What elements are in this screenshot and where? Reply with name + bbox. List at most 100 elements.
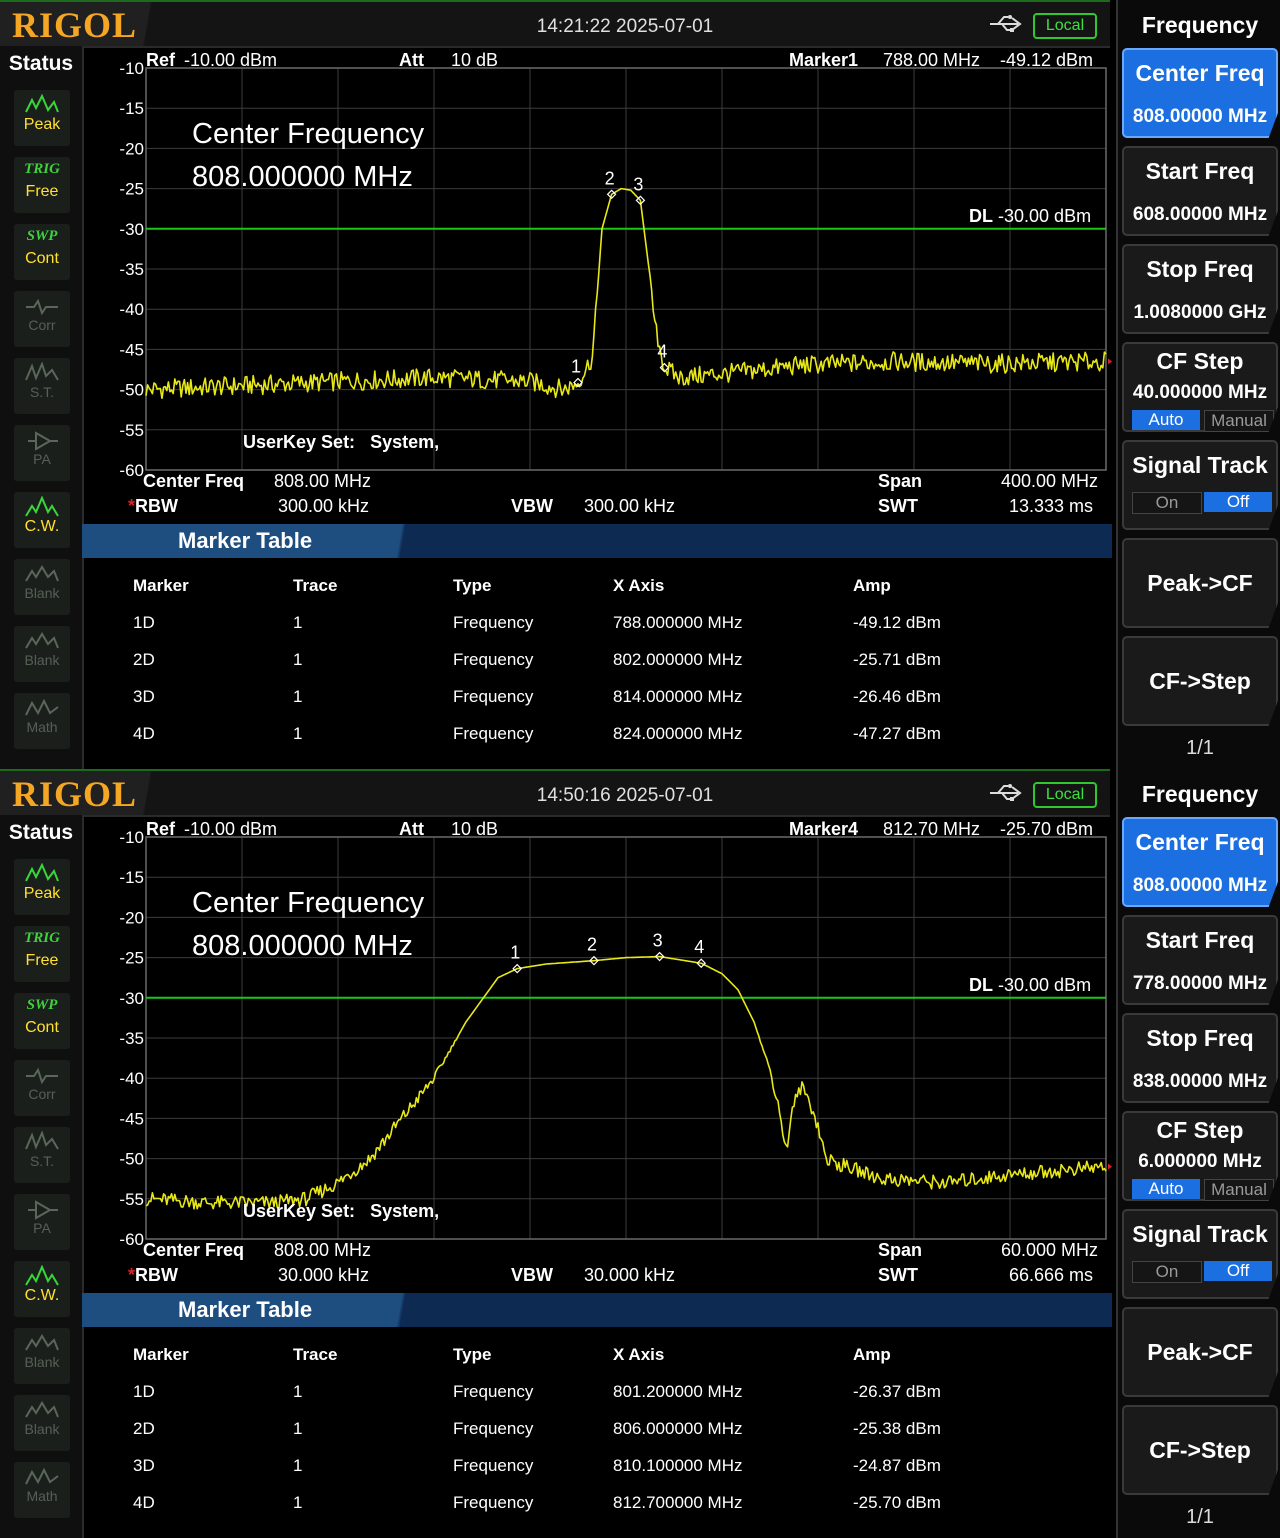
status-button[interactable]: Peak: [14, 859, 70, 915]
table-row[interactable]: 4D 1 Frequency 824.000000 MHz -47.27 dBm: [0, 720, 1110, 750]
start-freq-button-value: 778.00000 MHz: [1132, 973, 1268, 994]
column-header: X Axis: [613, 1345, 665, 1364]
signal-track-on-toggle[interactable]: On: [1132, 1261, 1202, 1283]
span-value[interactable]: 60.000 MHz: [1001, 1240, 1098, 1261]
peak-to-cf-button[interactable]: Peak->CF: [1122, 1307, 1278, 1397]
userkey-value: System,: [370, 1201, 440, 1221]
table-row[interactable]: 2D 1 Frequency 806.000000 MHz -25.38 dBm: [0, 1415, 1110, 1445]
status-button[interactable]: C.W.: [14, 492, 70, 548]
center-freq-value[interactable]: 808.00 MHz: [274, 1240, 371, 1261]
local-badge[interactable]: Local: [1033, 13, 1097, 39]
cf-step-button-value: 6.000000 MHz: [1138, 1151, 1262, 1172]
center-freq-button[interactable]: Center Freq 808.00000 MHz: [1122, 48, 1278, 138]
swt-value[interactable]: 66.666 ms: [1009, 1265, 1093, 1286]
marker-readout-amp: -25.70 dBm: [1000, 819, 1094, 839]
status-button[interactable]: C.W.: [14, 1261, 70, 1317]
marker-label: 1: [571, 357, 581, 377]
center-freq-value[interactable]: 808.00 MHz: [274, 471, 371, 492]
status-button[interactable]: PA: [14, 1194, 70, 1250]
vbw-value[interactable]: 300.00 kHz: [584, 496, 675, 517]
table-row[interactable]: 2D 1 Frequency 802.000000 MHz -25.71 dBm: [0, 646, 1110, 676]
signal-track-button[interactable]: Signal Track On Off: [1122, 1209, 1278, 1299]
status-button[interactable]: SWP Cont: [14, 993, 70, 1049]
vbw-value[interactable]: 30.000 kHz: [584, 1265, 675, 1286]
vbw-label: VBW: [511, 496, 553, 516]
cf-to-step-button[interactable]: CF->Step: [1122, 1405, 1278, 1495]
table-cell: 810.100000 MHz: [613, 1456, 743, 1475]
status-button-value: PA: [33, 451, 51, 467]
att-value[interactable]: 10 dB: [451, 819, 498, 840]
signal-track-button[interactable]: Signal Track On Off: [1122, 440, 1278, 530]
status-button[interactable]: TRIG Free: [14, 926, 70, 982]
status-button[interactable]: TRIG Free: [14, 157, 70, 213]
table-cell: Frequency: [453, 724, 534, 743]
table-cell: -26.37 dBm: [853, 1382, 941, 1401]
top-bar: RIGOL 14:50:16 2025-07-01 Local: [0, 769, 1110, 817]
marker-label: 3: [633, 174, 643, 194]
status-button[interactable]: SWP Cont: [14, 224, 70, 280]
swt-value[interactable]: 13.333 ms: [1009, 496, 1093, 517]
corr-icon: [26, 1067, 58, 1085]
center-freq-button-value: 808.00000 MHz: [1132, 875, 1268, 896]
signal-track-on-toggle[interactable]: On: [1132, 492, 1202, 514]
table-row[interactable]: 1D 1 Frequency 801.200000 MHz -26.37 dBm: [0, 1378, 1110, 1408]
status-button[interactable]: S.T.: [14, 358, 70, 414]
cf-step-manual-toggle[interactable]: Manual: [1204, 410, 1274, 432]
y-tick-label: -10: [119, 59, 144, 78]
marker-label: 4: [657, 342, 667, 362]
signal-track-off-toggle[interactable]: Off: [1204, 1261, 1272, 1281]
signal-track-off-toggle[interactable]: Off: [1204, 492, 1272, 512]
soft-menu: Frequency Center Freq 808.00000 MHz Star…: [1116, 769, 1280, 1538]
table-row[interactable]: 4D 1 Frequency 812.700000 MHz -25.70 dBm: [0, 1489, 1110, 1519]
status-button[interactable]: S.T.: [14, 1127, 70, 1183]
y-tick-label: -25: [119, 949, 144, 968]
table-cell: Frequency: [453, 1456, 534, 1475]
start-freq-button[interactable]: Start Freq 778.00000 MHz: [1122, 915, 1278, 1005]
start-freq-button[interactable]: Start Freq 608.00000 MHz: [1122, 146, 1278, 236]
local-badge[interactable]: Local: [1033, 782, 1097, 808]
table-row[interactable]: 1D 1 Frequency 788.000000 MHz -49.12 dBm: [0, 609, 1110, 639]
status-button[interactable]: PA: [14, 425, 70, 481]
table-row[interactable]: 3D 1 Frequency 814.000000 MHz -26.46 dBm: [0, 683, 1110, 713]
cf-step-auto-toggle[interactable]: Auto: [1132, 1179, 1200, 1199]
status-button[interactable]: Corr: [14, 291, 70, 347]
table-cell: 4D: [133, 1493, 155, 1512]
ref-value[interactable]: -10.00 dBm: [184, 819, 277, 840]
start-freq-button-value: 608.00000 MHz: [1132, 204, 1268, 225]
marker-table-tab[interactable]: Marker Table: [82, 524, 432, 558]
cf-to-step-button[interactable]: CF->Step: [1122, 636, 1278, 726]
ref-value[interactable]: -10.00 dBm: [184, 50, 277, 71]
menu-page-indicator[interactable]: 1/1: [1118, 737, 1280, 760]
center-freq-button[interactable]: Center Freq 808.00000 MHz: [1122, 817, 1278, 907]
y-tick-label: -60: [119, 1230, 144, 1245]
rbw-value[interactable]: 300.00 kHz: [278, 496, 369, 517]
status-button-value: Corr: [28, 1086, 56, 1102]
userkey-label: UserKey Set:: [243, 1201, 356, 1221]
center-freq-label: Center Freq: [143, 1240, 245, 1260]
rigol-logo: RIGOL: [0, 2, 180, 46]
span-value[interactable]: 400.00 MHz: [1001, 471, 1098, 492]
marker-table-tab[interactable]: Marker Table: [82, 1293, 432, 1327]
cf-step-button[interactable]: CF Step 6.000000 MHz Auto Manual: [1122, 1111, 1278, 1201]
status-button-value: Peak: [23, 885, 61, 902]
att-label: Att: [399, 819, 424, 839]
table-cell: -49.12 dBm: [853, 613, 941, 632]
status-button-value: Corr: [28, 317, 56, 333]
peak-to-cf-button[interactable]: Peak->CF: [1122, 538, 1278, 628]
table-cell: 3D: [133, 687, 155, 706]
rbw-value[interactable]: 30.000 kHz: [278, 1265, 369, 1286]
cf-step-manual-toggle[interactable]: Manual: [1204, 1179, 1274, 1201]
table-cell: -24.87 dBm: [853, 1456, 941, 1475]
stop-freq-button[interactable]: Stop Freq 838.00000 MHz: [1122, 1013, 1278, 1103]
menu-page-indicator[interactable]: 1/1: [1118, 1506, 1280, 1529]
att-value[interactable]: 10 dB: [451, 50, 498, 71]
table-cell: 1: [293, 1382, 303, 1401]
cf-step-button[interactable]: CF Step 40.000000 MHz Auto Manual: [1122, 342, 1278, 432]
userkey-label: UserKey Set:: [243, 432, 356, 452]
status-button[interactable]: Corr: [14, 1060, 70, 1116]
cf-step-auto-toggle[interactable]: Auto: [1132, 410, 1200, 430]
stop-freq-button[interactable]: Stop Freq 1.0080000 GHz: [1122, 244, 1278, 334]
table-row[interactable]: 3D 1 Frequency 810.100000 MHz -24.87 dBm: [0, 1452, 1110, 1482]
status-button[interactable]: Peak: [14, 90, 70, 146]
signal-track-button-label: Signal Track: [1132, 452, 1268, 478]
